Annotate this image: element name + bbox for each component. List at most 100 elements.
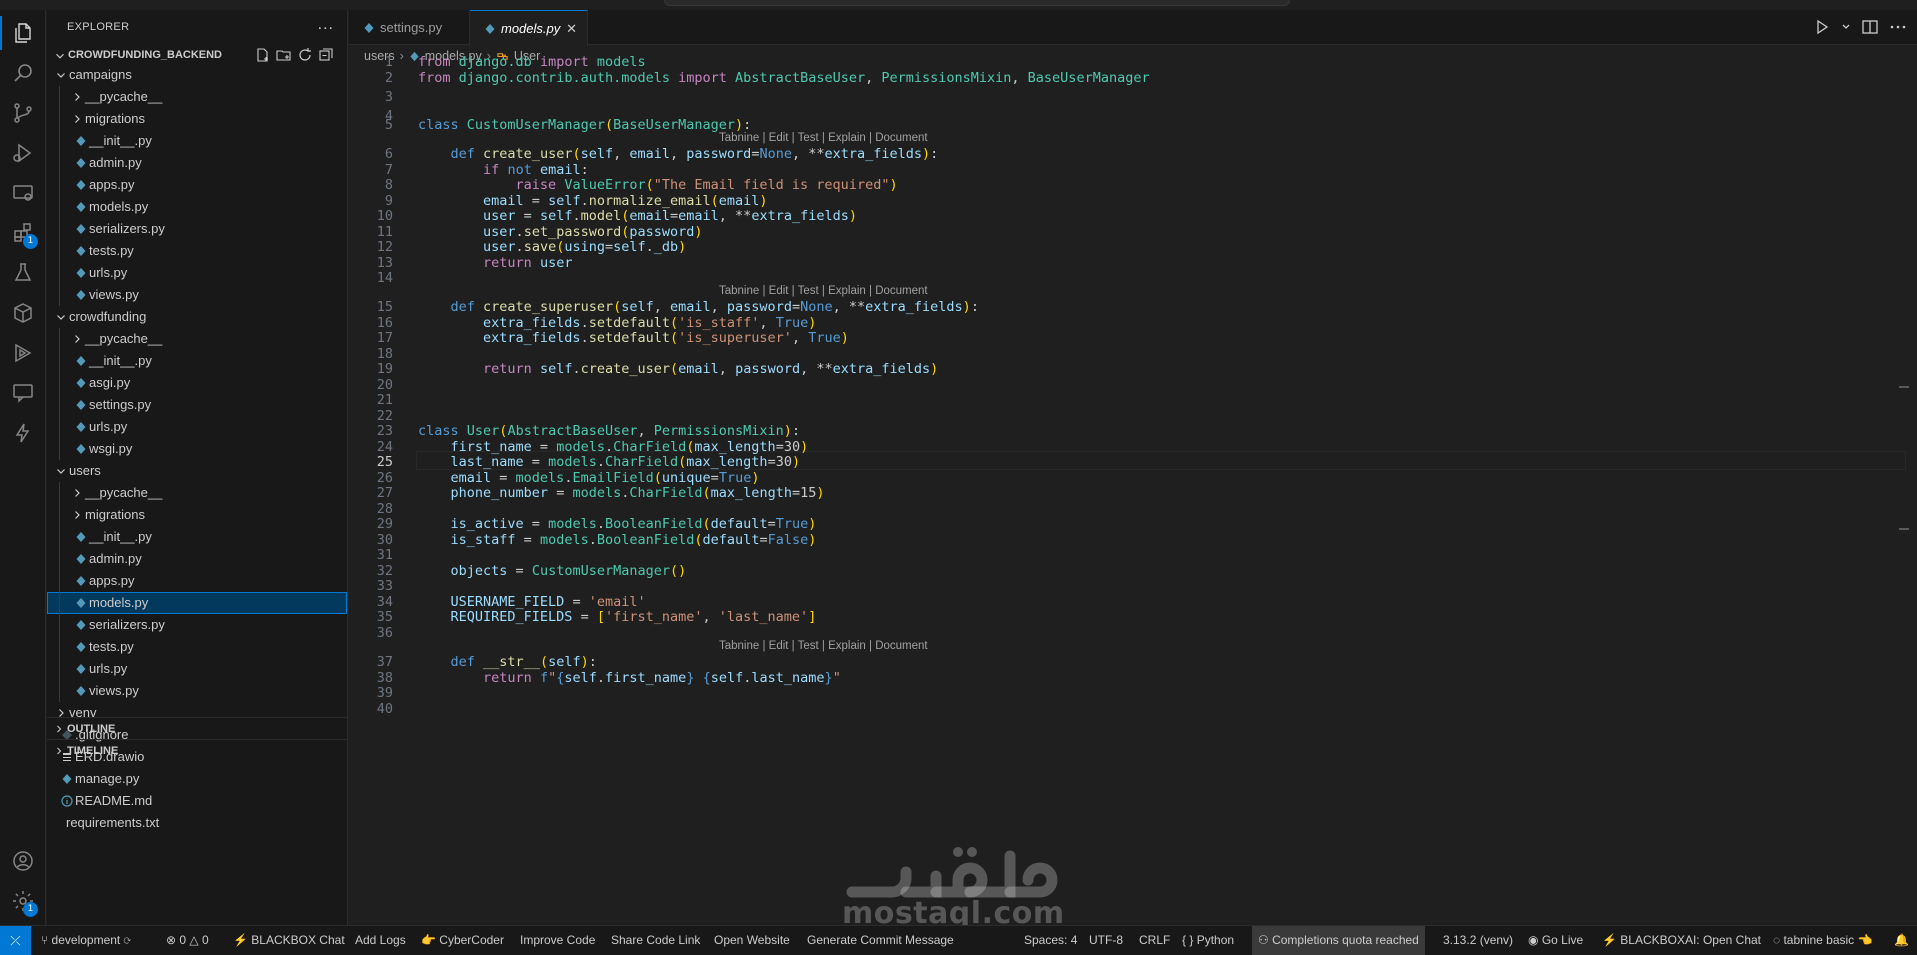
python-file-icon — [76, 422, 86, 432]
line-number: 31 — [376, 547, 393, 563]
notifications-bell-icon[interactable]: 🔔 — [1894, 933, 1909, 947]
add-logs-button[interactable]: Add Logs — [355, 933, 406, 947]
tab-label: settings.py — [380, 20, 443, 35]
close-icon[interactable]: ✕ — [566, 21, 577, 37]
file-item[interactable]: apps.py — [47, 174, 347, 196]
file-item[interactable]: urls.py — [47, 658, 347, 680]
remote-indicator-icon[interactable]: ⤫ — [0, 926, 31, 955]
new-folder-icon[interactable] — [276, 47, 292, 63]
file-item[interactable]: admin.py — [47, 152, 347, 174]
file-item[interactable]: apps.py — [47, 570, 347, 592]
file-item[interactable]: __init__.py — [47, 526, 347, 548]
timeline-section[interactable]: TIMELINE — [47, 739, 348, 761]
new-file-icon[interactable] — [255, 47, 271, 63]
python-interpreter-status[interactable]: 3.13.2 (venv) — [1443, 933, 1513, 947]
line-number: 22 — [376, 408, 393, 424]
run-python-icon[interactable] — [1813, 18, 1831, 36]
folder-item[interactable]: __pycache__ — [47, 328, 347, 350]
file-item[interactable]: admin.py — [47, 548, 347, 570]
file-item[interactable]: __init__.py — [47, 350, 347, 372]
problems-status[interactable]: ⊗ 0 △ 0 — [166, 933, 209, 947]
file-item[interactable]: requirements.txt — [47, 812, 347, 834]
python-file-icon — [364, 23, 374, 33]
python-file-icon — [76, 598, 86, 608]
scrollbar-marker — [1899, 386, 1909, 388]
tree-item-label: __pycache__ — [85, 331, 163, 346]
indentation-status[interactable]: Spaces: 4 — [1024, 933, 1077, 947]
file-item[interactable]: urls.py — [47, 262, 347, 284]
encoding-status[interactable]: UTF-8 — [1089, 933, 1123, 947]
line-number: 26 — [376, 470, 393, 486]
settings-gear-icon[interactable]: 1 — [0, 878, 46, 924]
open-website-button[interactable]: Open Website — [714, 933, 790, 947]
file-item[interactable]: tests.py — [47, 240, 347, 262]
folder-item[interactable]: __pycache__ — [47, 482, 347, 504]
file-item[interactable]: views.py — [47, 284, 347, 306]
file-item[interactable]: asgi.py — [47, 372, 347, 394]
folder-item[interactable]: crowdfunding — [47, 306, 347, 328]
branch-name: development — [51, 933, 121, 947]
tabnine-codelens[interactable]: Tabnine | Edit | Test | Explain | Docume… — [719, 640, 928, 652]
folder-item[interactable]: __pycache__ — [47, 86, 347, 108]
lightning-icon[interactable] — [0, 410, 46, 456]
tab-settings-py[interactable]: settings.py — [349, 10, 470, 45]
code-line: USERNAME_FIELD = 'email' — [450, 594, 646, 610]
tabnine-codelens[interactable]: Tabnine | Edit | Test | Explain | Docume… — [719, 132, 928, 144]
blackbox-chat-button[interactable]: ⚡ BLACKBOX Chat — [233, 933, 345, 947]
code-line: first_name = models.CharField(max_length… — [450, 439, 809, 455]
branch-status[interactable]: ⑂ development ⟳ — [41, 933, 131, 947]
tree-item-label: campaigns — [69, 67, 132, 82]
completions-quota-status[interactable]: ⚇ Completions quota reached — [1252, 926, 1425, 955]
file-item[interactable]: settings.py — [47, 394, 347, 416]
outline-section[interactable]: OUTLINE — [47, 717, 348, 739]
folder-item[interactable]: users — [47, 460, 347, 482]
more-actions-icon[interactable] — [1889, 18, 1907, 36]
collapse-all-icon[interactable] — [318, 47, 334, 63]
chevron-right-icon — [57, 747, 62, 755]
share-code-link-button[interactable]: Share Code Link — [611, 933, 700, 947]
command-center[interactable] — [664, 0, 1290, 6]
file-item[interactable]: urls.py — [47, 416, 347, 438]
line-number: 30 — [376, 532, 393, 548]
generate-commit-message-button[interactable]: Generate Commit Message — [807, 933, 954, 947]
indent-guide — [59, 328, 60, 460]
file-item[interactable]: serializers.py — [47, 614, 347, 636]
line-number: 38 — [376, 670, 393, 686]
activity-bar: 1 1 — [0, 10, 46, 925]
tabnine-status[interactable]: ◌ tabnine basic 👈 — [1773, 933, 1872, 947]
refresh-icon[interactable] — [297, 47, 313, 63]
file-item[interactable]: __init__.py — [47, 130, 347, 152]
chevron-down-icon — [57, 469, 65, 474]
eol-status[interactable]: CRLF — [1139, 933, 1170, 947]
file-item[interactable]: README.md — [47, 790, 347, 812]
language-mode-status[interactable]: { } Python — [1182, 933, 1234, 947]
tab-models-py[interactable]: models.py ✕ — [470, 10, 588, 46]
improve-code-button[interactable]: Improve Code — [520, 933, 595, 947]
file-item[interactable]: wsgi.py — [47, 438, 347, 460]
folder-item[interactable]: campaigns — [47, 64, 347, 86]
line-number: 28 — [376, 501, 393, 517]
file-item[interactable]: tests.py — [47, 636, 347, 658]
more-actions-icon[interactable]: ... — [318, 16, 334, 34]
folder-item[interactable]: migrations — [47, 108, 347, 130]
editor-tab-bar: settings.py models.py ✕ — [349, 10, 1917, 46]
go-live-button[interactable]: ◉ Go Live — [1528, 933, 1583, 947]
project-folder-row[interactable]: CROWDFUNDING_BACKEND — [47, 46, 348, 66]
folder-item[interactable]: migrations — [47, 504, 347, 526]
file-item[interactable]: models.py — [47, 196, 347, 218]
file-item[interactable]: models.py — [47, 592, 347, 614]
timeline-label: TIMELINE — [67, 745, 119, 757]
cybercoder-button[interactable]: 👉 CyberCoder — [421, 933, 504, 947]
code-line: phone_number = models.CharField(max_leng… — [450, 485, 825, 501]
file-item[interactable]: views.py — [47, 680, 347, 702]
chevron-right-icon: › — [399, 49, 404, 63]
broadcast-icon: ◉ — [1528, 933, 1542, 947]
blackboxai-open-chat-button[interactable]: ⚡ BLACKBOXAI: Open Chat — [1602, 933, 1761, 947]
file-item[interactable]: manage.py — [47, 768, 347, 790]
file-item[interactable]: serializers.py — [47, 218, 347, 240]
code-editor[interactable]: 1 from django.db import models 2 from dj… — [349, 54, 1909, 926]
tabnine-codelens[interactable]: Tabnine | Edit | Test | Explain | Docume… — [719, 285, 928, 297]
code-line: if not email: — [483, 162, 589, 178]
split-editor-icon[interactable] — [1861, 18, 1879, 36]
chevron-down-icon[interactable] — [1841, 18, 1851, 36]
